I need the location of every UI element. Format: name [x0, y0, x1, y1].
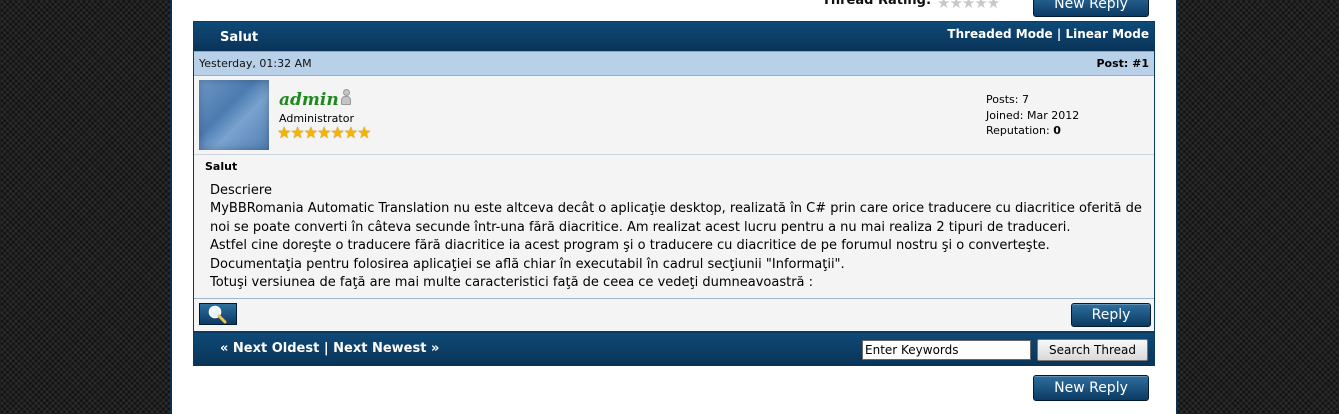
posts-count: 7: [1021, 93, 1029, 106]
thread-rating-label: Thread Rating:: [822, 0, 932, 8]
message-line: Documentaţia pentru folosirea aplicaţiei…: [210, 256, 845, 272]
thread-navigation: « Next Oldest | Next Newest » Search Thr…: [194, 333, 1154, 366]
thread-title: Salut: [220, 30, 259, 45]
mode-separator: |: [1052, 27, 1066, 41]
username-link[interactable]: admin: [279, 90, 339, 110]
linear-mode-link[interactable]: Linear Mode: [1065, 27, 1149, 41]
avatar[interactable]: [199, 80, 269, 150]
user-stars-icon: ★★★★★★★: [277, 123, 371, 142]
thread-header: Salut Threaded Mode | Linear Mode: [194, 22, 1154, 52]
post-controls: Reply: [194, 299, 1154, 333]
threaded-mode-link[interactable]: Threaded Mode: [947, 27, 1052, 41]
author-statistics: Posts: 7 Joined: Mar 2012 Reputation: 0: [986, 92, 1079, 139]
next-oldest-link[interactable]: « Next Oldest: [220, 341, 319, 356]
post-date: Yesterday, 01:32 AM: [199, 57, 312, 70]
search-thread-input[interactable]: [862, 340, 1031, 360]
message-line: Astfel cine doreşte o traducere fără dia…: [210, 238, 1050, 254]
thread-rating-stars[interactable]: ★★★★★: [937, 0, 1000, 12]
page-wrapper: Thread Rating: ★★★★★ New Reply Salut Thr…: [170, 0, 1178, 414]
display-modes: Threaded Mode | Linear Mode: [947, 27, 1149, 41]
posts-stat: Posts: 7: [986, 93, 1029, 106]
search-thread-button[interactable]: Search Thread: [1037, 339, 1148, 361]
joined-stat: Joined: Mar 2012: [986, 108, 1080, 122]
thread-nav-links: « Next Oldest | Next Newest »: [220, 341, 439, 356]
new-reply-button-top[interactable]: New Reply: [1033, 0, 1149, 17]
magnifier-icon: [208, 305, 227, 324]
nav-separator: |: [319, 341, 334, 356]
reply-button[interactable]: Reply: [1071, 303, 1151, 327]
thread-table: Salut Threaded Mode | Linear Mode Yester…: [193, 21, 1155, 366]
post-message: Descriere MyBBRomania Automatic Translat…: [210, 182, 1145, 292]
find-posts-button[interactable]: [199, 303, 237, 325]
message-line: MyBBRomania Automatic Translation nu est…: [210, 201, 1142, 235]
new-reply-button-bottom[interactable]: New Reply: [1033, 375, 1149, 401]
post-number-link[interactable]: Post: #1: [1096, 57, 1149, 70]
post-subject: Salut: [205, 160, 238, 173]
reputation-link[interactable]: 0: [1053, 124, 1061, 137]
joined-date: Mar 2012: [1026, 108, 1080, 122]
post-author: admin Administrator ★★★★★★★ Posts: 7 Joi…: [194, 76, 1154, 155]
next-newest-link[interactable]: Next Newest »: [333, 341, 439, 356]
message-line: Totuşi versiunea de faţă are mai multe c…: [210, 275, 814, 291]
post-date-bar: Yesterday, 01:32 AM Post: #1: [194, 52, 1154, 76]
offline-user-icon: [341, 89, 351, 105]
message-line: Descriere: [210, 183, 272, 198]
post-body: Salut Descriere MyBBRomania Automatic Tr…: [194, 155, 1154, 299]
reputation-stat: Reputation: 0: [986, 124, 1061, 137]
